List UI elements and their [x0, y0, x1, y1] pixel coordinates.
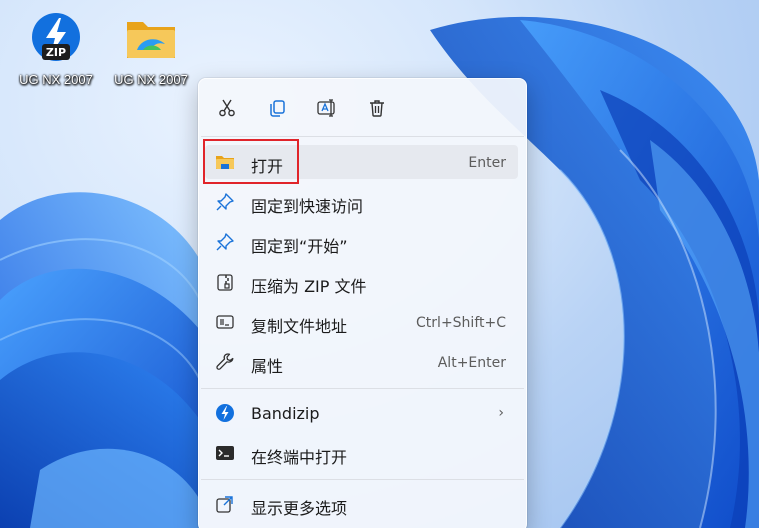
copy-path-icon [215, 312, 235, 332]
copy-icon [270, 100, 285, 117]
copy-button[interactable] [261, 93, 293, 123]
menu-item-shortcut: Ctrl+Shift+C [416, 315, 506, 331]
wrench-icon [215, 352, 235, 372]
pin-icon [215, 232, 235, 252]
menu-item-open-terminal[interactable]: 在终端中打开 [205, 436, 518, 470]
desktop-icon-zip-file[interactable]: ZIP UG NX 2007 [8, 10, 104, 92]
folder-icon [123, 10, 179, 66]
menu-separator [201, 136, 524, 137]
context-menu-toolbar [199, 79, 526, 135]
rename-icon [317, 99, 335, 117]
chevron-right-icon: › [498, 405, 504, 421]
menu-item-bandizip[interactable]: Bandizip › [205, 396, 518, 430]
menu-item-shortcut: Alt+Enter [437, 355, 506, 371]
menu-item-properties[interactable]: 属性 Alt+Enter [205, 345, 518, 379]
highlight-annotation-box [203, 139, 299, 184]
menu-item-label: 显示更多选项 [251, 499, 348, 518]
menu-separator [201, 388, 524, 389]
menu-item-show-more-options[interactable]: 显示更多选项 [205, 487, 518, 521]
menu-item-label: 复制文件地址 [251, 317, 348, 336]
pin-icon [215, 192, 235, 212]
menu-separator [201, 479, 524, 480]
menu-item-label: 属性 [251, 357, 284, 376]
menu-item-label: 固定到快速访问 [251, 197, 364, 216]
menu-item-compress-zip[interactable]: 压缩为 ZIP 文件 [205, 265, 518, 299]
menu-item-pin-start[interactable]: 固定到“开始” [205, 225, 518, 259]
rename-button[interactable] [311, 93, 343, 123]
show-more-icon [215, 494, 235, 514]
zip-icon [215, 272, 235, 292]
cut-button[interactable] [211, 93, 243, 123]
menu-item-label: 固定到“开始” [251, 237, 348, 256]
terminal-icon [215, 443, 235, 463]
desktop-icon-label: UG NX 2007 [114, 72, 188, 87]
desktop-icon-label: UG NX 2007 [19, 72, 93, 87]
menu-item-label: Bandizip [251, 404, 320, 423]
bandizip-zip-icon: ZIP [28, 10, 84, 66]
menu-item-pin-quick-access[interactable]: 固定到快速访问 [205, 185, 518, 219]
desktop: ZIP UG NX 2007 UG NX 2007 打开 Enter 固定到快速… [0, 0, 759, 528]
delete-icon [370, 100, 384, 117]
desktop-icon-folder[interactable]: UG NX 2007 [103, 10, 199, 92]
menu-item-shortcut: Enter [468, 155, 506, 171]
bandizip-icon [215, 403, 235, 423]
delete-button[interactable] [361, 93, 393, 123]
menu-item-copy-path[interactable]: 复制文件地址 Ctrl+Shift+C [205, 305, 518, 339]
menu-item-label: 压缩为 ZIP 文件 [251, 277, 367, 296]
cut-icon [219, 99, 235, 117]
svg-text:ZIP: ZIP [46, 46, 66, 59]
menu-item-label: 在终端中打开 [251, 448, 348, 467]
